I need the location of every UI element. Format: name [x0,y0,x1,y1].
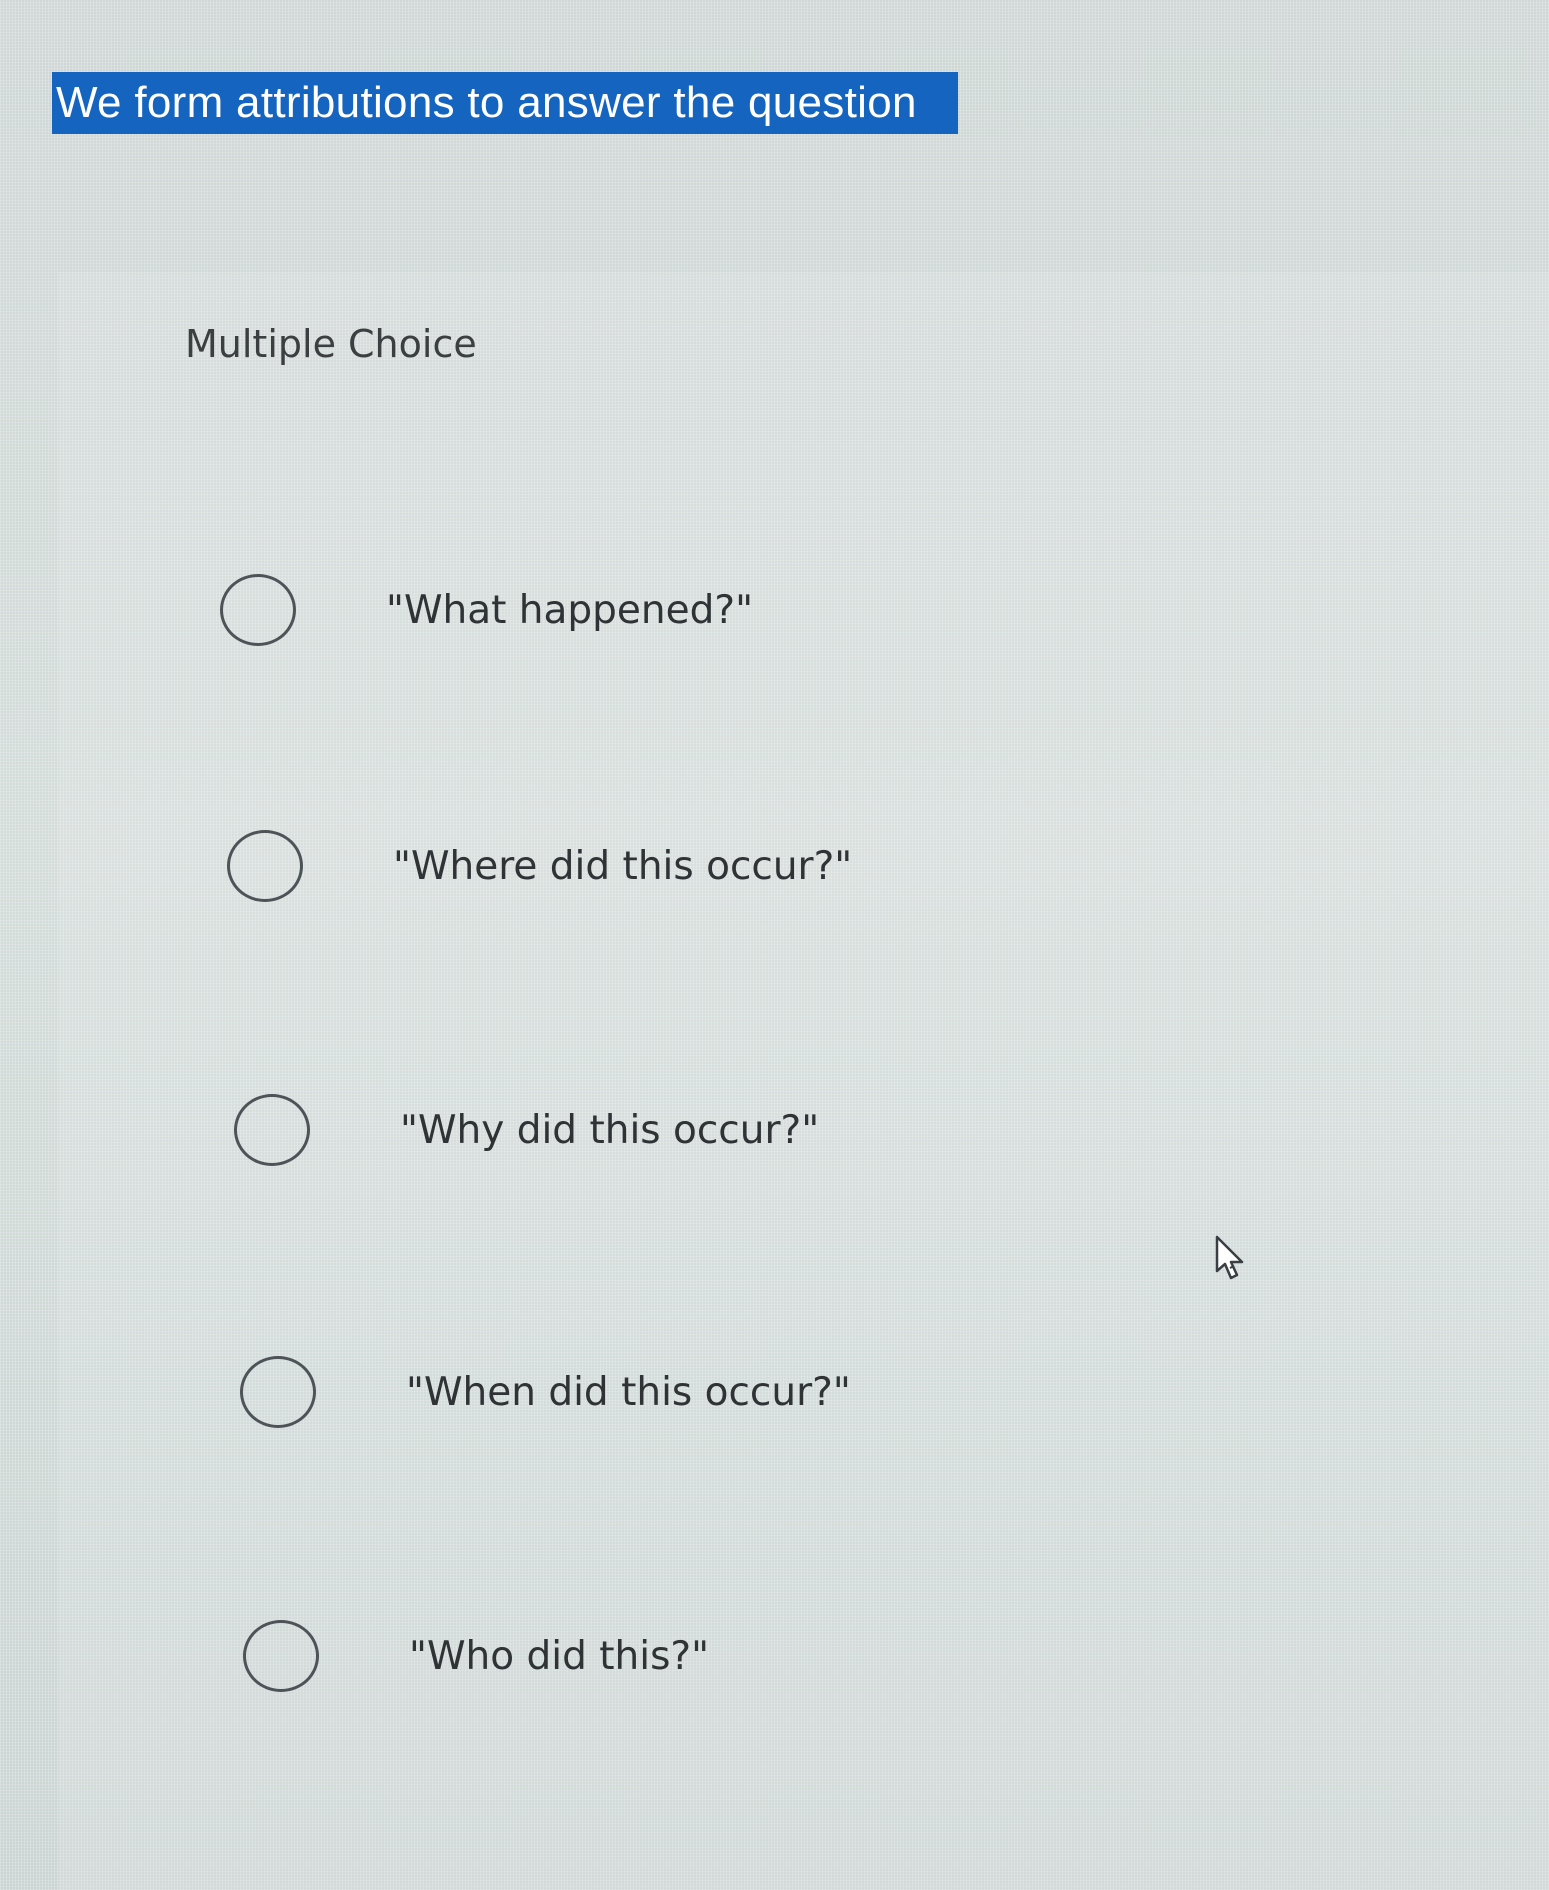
radio-button[interactable] [227,830,303,902]
choice-label[interactable]: "When did this occur?" [406,1370,851,1415]
radio-button[interactable] [220,574,296,646]
choice-option-1[interactable]: "What happened?" [220,574,753,646]
radio-button[interactable] [243,1620,319,1692]
choice-label[interactable]: "What happened?" [386,588,753,633]
choice-label[interactable]: "Who did this?" [409,1634,709,1679]
choice-label[interactable]: "Why did this occur?" [400,1108,819,1153]
hand-pointer-icon [1215,1235,1244,1280]
choice-label[interactable]: "Where did this occur?" [393,844,852,889]
radio-button[interactable] [234,1094,310,1166]
answer-choices: "What happened?" "Where did this occur?"… [0,0,1549,1890]
choice-option-4[interactable]: "When did this occur?" [240,1356,851,1428]
radio-button[interactable] [240,1356,316,1428]
choice-option-3[interactable]: "Why did this occur?" [234,1094,819,1166]
choice-option-5[interactable]: "Who did this?" [243,1620,709,1692]
choice-option-2[interactable]: "Where did this occur?" [227,830,852,902]
